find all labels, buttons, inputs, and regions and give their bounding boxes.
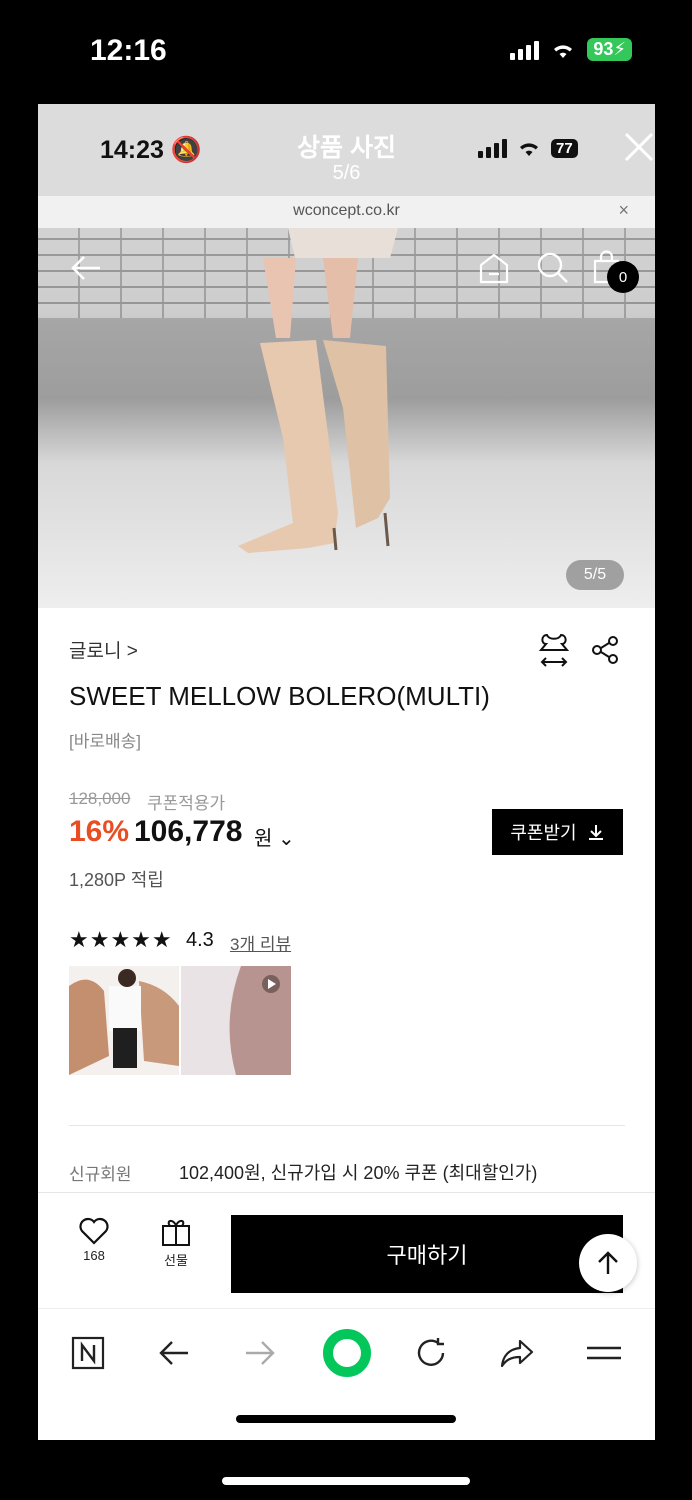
chevron-down-icon[interactable]: ⌄ [278,828,295,850]
close-icon[interactable] [622,130,655,164]
naver-green-dot-button[interactable] [322,1328,372,1378]
browser-back-button[interactable] [154,1333,194,1373]
refresh-icon [417,1338,445,1366]
gift-icon [162,1219,190,1246]
wifi-icon [554,44,573,58]
rating-stars: ★★★★★ [69,927,173,952]
signal-icon [478,138,507,158]
arrow-up-icon [598,1251,618,1274]
cart-count-badge: 0 [607,261,639,293]
arrow-left-icon [159,1341,188,1365]
outer-status-bar: 12:16 93⚡ [0,0,692,104]
product-title: SWEET MELLOW BOLERO(MULTI) [69,681,490,711]
share-arrow-icon [500,1339,534,1368]
download-icon [588,825,603,840]
outer-time: 12:16 [90,34,167,67]
sale-price: 106,778 [134,815,243,848]
heart-icon [79,1217,109,1245]
share-forward-button[interactable] [497,1333,537,1373]
url-close-button[interactable]: × [618,200,629,221]
gift-label: 선물 [164,1253,188,1268]
hanger-outfit-icon[interactable] [538,632,570,668]
outer-home-indicator [222,1477,470,1485]
points-earned: 1,280P 적립 [69,870,164,890]
wifi-icon [520,143,538,156]
original-price: 128,000 [69,789,131,808]
naver-n-icon [71,1336,105,1370]
url-bar: wconcept.co.kr × [38,196,655,228]
like-button[interactable]: 168 [76,1217,112,1263]
coupon-button-label: 쿠폰받기 [510,823,577,843]
review-video-thumbnail[interactable] [181,966,291,1075]
search-icon[interactable] [533,248,573,288]
purchase-bar: 168 선물 구매하기 [38,1192,655,1308]
price-currency[interactable]: 원 ⌄ [254,822,295,851]
viewer-counter: 5/6 [332,162,361,184]
gift-button[interactable]: 선물 [158,1217,194,1269]
refresh-button[interactable] [411,1333,451,1373]
url-text: wconcept.co.kr [293,202,400,219]
back-arrow-icon[interactable] [66,248,106,288]
new-member-benefit: 102,400원, 신규가입 시 20% 쿠폰 (최대할인가) [179,1163,538,1183]
naver-n-button[interactable] [68,1333,108,1373]
photo-counter: 5/5 [566,560,624,590]
product-photo[interactable]: 0 5/5 [38,228,655,608]
buy-button[interactable]: 구매하기 [231,1215,623,1293]
shipping-tag: [바로배송] [69,732,142,751]
battery-icon: 77 [551,138,578,158]
arrow-right-icon [246,1341,275,1365]
scroll-top-button[interactable] [579,1234,637,1292]
coupon-price-label: 쿠폰적용가 [147,794,226,813]
browser-forward-button[interactable] [240,1333,280,1373]
new-member-label: 신규회원 [69,1165,132,1184]
home-icon[interactable] [474,248,514,288]
battery-icon: 93⚡ [587,38,632,61]
battery-level: 93 [593,39,614,59]
review-photo-thumbnail[interactable] [69,966,179,1075]
section-divider [69,1125,625,1126]
review-link[interactable]: 3개 리뷰 [230,930,291,955]
menu-button[interactable] [584,1333,624,1373]
like-count: 168 [83,1248,105,1263]
viewer-header: 14:23 🔕 상품 사진 5/6 77 wconcept.co.kr × [38,104,655,228]
brand-link[interactable]: 글로니 > [69,636,138,663]
rating-value: 4.3 [186,929,214,951]
discount-rate: 16% [69,815,130,848]
screenshot-viewer: 14:23 🔕 상품 사진 5/6 77 wconcept.co.kr × 0 … [38,104,655,1440]
signal-icon [510,40,540,60]
inner-home-indicator [236,1415,456,1423]
share-icon[interactable] [590,634,620,666]
coupon-download-button[interactable]: 쿠폰받기 [492,809,623,855]
green-dot-icon [323,1329,371,1377]
menu-icon [587,1346,621,1360]
